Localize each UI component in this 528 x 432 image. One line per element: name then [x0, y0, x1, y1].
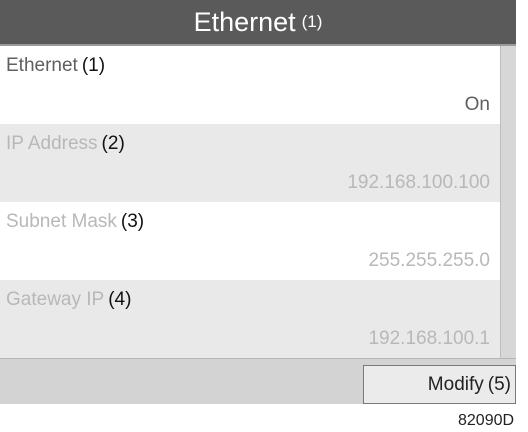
gateway-ip-value: 192.168.100.1	[368, 327, 490, 349]
gateway-ip-callout: (4)	[108, 288, 132, 310]
subnet-mask-callout: (3)	[120, 210, 145, 232]
title-callout: (1)	[301, 12, 323, 31]
ethernet-label: Ethernet	[6, 54, 78, 76]
page-title: Ethernet	[193, 6, 296, 37]
ethernet-callout: (1)	[81, 54, 106, 76]
ethernet-settings-screen: Ethernet (1) Ethernet (1) On IP Address …	[0, 0, 516, 414]
figure-code: 82090D	[458, 412, 515, 429]
gateway-ip-value-row[interactable]: 192.168.100.1	[0, 319, 500, 358]
ethernet-label-row[interactable]: Ethernet (1)	[0, 46, 500, 85]
gateway-ip-label: Gateway IP	[6, 288, 105, 310]
ethernet-value: On	[464, 93, 490, 115]
subnet-mask-value: 255.255.255.0	[368, 249, 490, 271]
modify-button[interactable]: Modify (5)	[363, 365, 516, 404]
title-bar: Ethernet (1)	[0, 0, 516, 46]
subnet-mask-label: Subnet Mask	[6, 210, 117, 232]
ip-address-value: 192.168.100.100	[347, 171, 490, 193]
scrollbar[interactable]	[500, 46, 516, 358]
settings-list: Ethernet (1) On IP Address (2) 192.168.1…	[0, 46, 500, 358]
ethernet-value-row[interactable]: On	[0, 85, 500, 124]
gateway-ip-label-row[interactable]: Gateway IP (4)	[0, 280, 500, 319]
subnet-mask-value-row[interactable]: 255.255.255.0	[0, 241, 500, 280]
subnet-mask-label-row[interactable]: Subnet Mask (3)	[0, 202, 500, 241]
ip-address-label: IP Address	[6, 132, 98, 154]
ip-address-callout: (2)	[101, 132, 125, 154]
ip-address-value-row[interactable]: 192.168.100.100	[0, 163, 500, 202]
modify-button-callout: (5)	[487, 373, 511, 395]
modify-button-label: Modify	[427, 373, 484, 395]
ip-address-label-row[interactable]: IP Address (2)	[0, 124, 500, 163]
